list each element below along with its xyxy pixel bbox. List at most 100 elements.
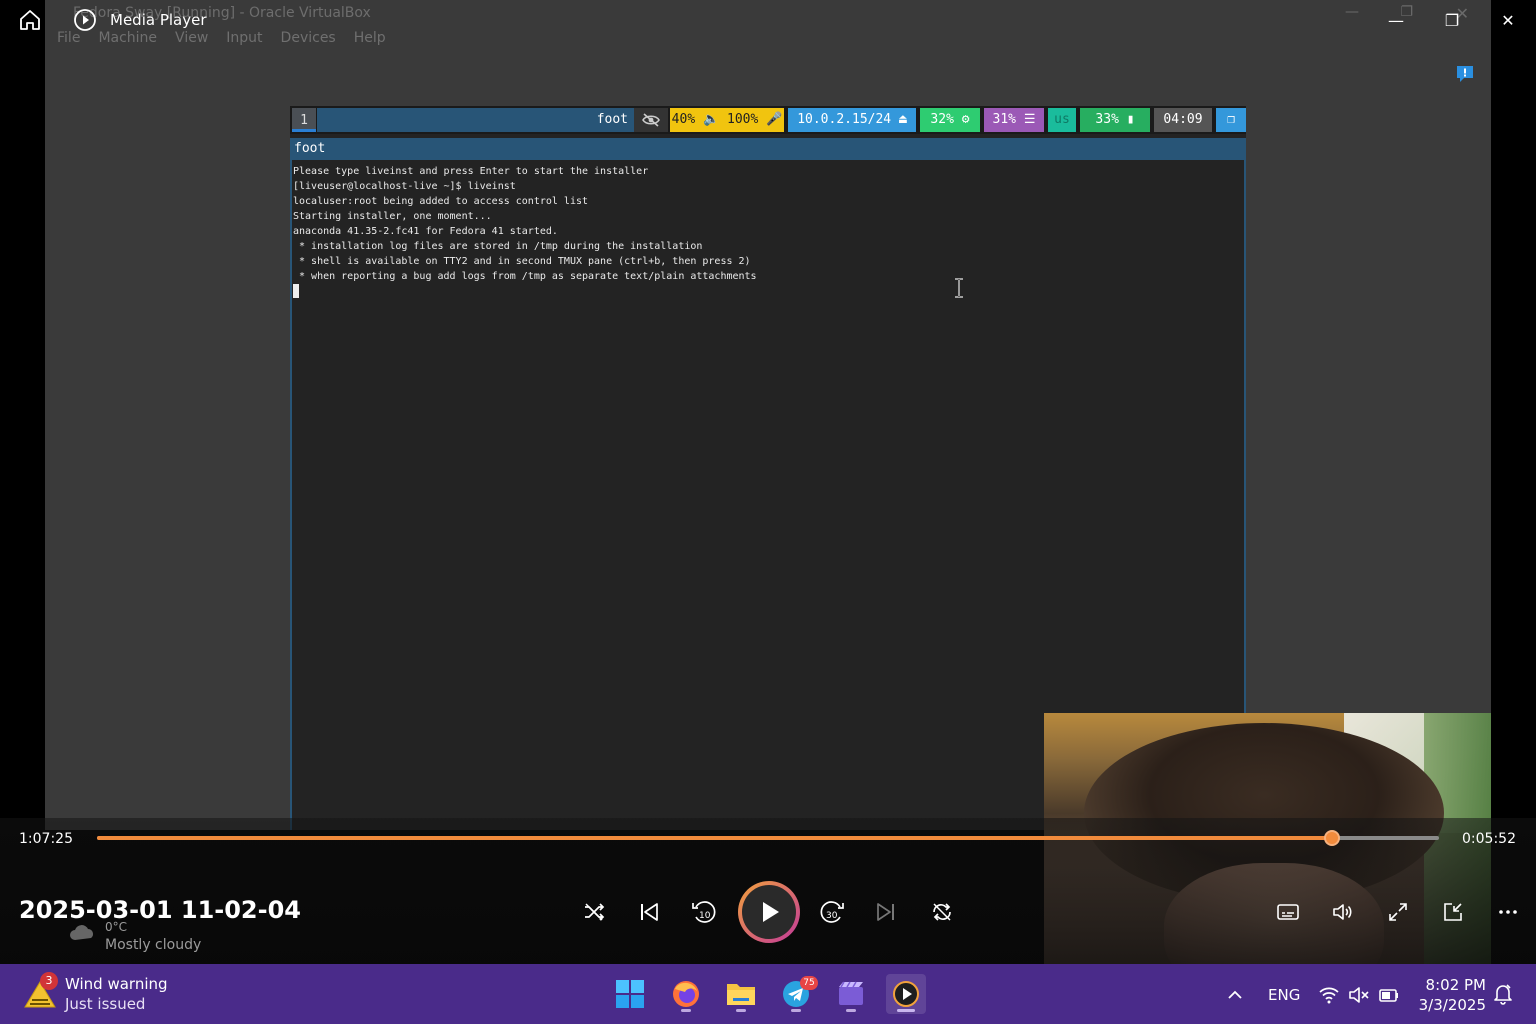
more-options-button[interactable] xyxy=(1492,896,1524,928)
cpu-status: 32% ⚙ xyxy=(920,108,980,132)
terminal-title: foot xyxy=(290,138,1246,160)
workspace-button: 1 xyxy=(292,108,316,132)
more-icon xyxy=(1499,910,1517,914)
terminal-line: Starting installer, one moment... xyxy=(293,211,492,222)
next-button[interactable] xyxy=(870,896,902,928)
language-indicator[interactable]: ENG xyxy=(1268,986,1300,1004)
audio-status: 40% 🔈 100% 🎤 xyxy=(670,108,784,132)
close-button[interactable]: ✕ xyxy=(1480,0,1536,40)
telegram-badge: 75 xyxy=(800,976,818,990)
ibeam-cursor-icon xyxy=(955,278,963,298)
notification-icon xyxy=(1457,66,1473,82)
start-button[interactable] xyxy=(610,974,650,1014)
terminal-line: [liveuser@localhost-live ~]$ liveinst xyxy=(293,181,516,192)
volume-muted-icon[interactable] xyxy=(1348,984,1370,1006)
seek-thumb[interactable] xyxy=(1323,830,1340,846)
volume-icon xyxy=(1333,904,1352,920)
media-player-logo-icon xyxy=(74,9,96,31)
taskbar-telegram[interactable]: 75 xyxy=(776,974,818,1014)
cpu-value: 32% xyxy=(930,112,954,127)
volume-button[interactable] xyxy=(1327,896,1359,928)
text-cursor xyxy=(293,284,299,298)
shuffle-button[interactable] xyxy=(578,896,610,928)
fullscreen-button[interactable] xyxy=(1382,896,1414,928)
terminal-line: * when reporting a bug add logs from /tm… xyxy=(293,271,757,282)
battery-charging-icon[interactable] xyxy=(1378,984,1400,1006)
home-icon[interactable] xyxy=(18,8,42,32)
clock-time: 8:02 PM xyxy=(1425,976,1486,994)
memory-icon: ☰ xyxy=(1023,112,1036,127)
ghost-weather-condition: Mostly cloudy xyxy=(105,937,202,953)
memory-status: 31% ☰ xyxy=(984,108,1044,132)
taskbar-clipchamp[interactable] xyxy=(831,974,871,1014)
battery-value: 33% xyxy=(1095,112,1119,127)
skip-next-icon xyxy=(877,903,894,921)
running-indicator xyxy=(736,1009,746,1012)
taskbar-media-player[interactable] xyxy=(886,974,926,1014)
media-player-titlebar: Media Player — ❐ ✕ xyxy=(0,0,1536,40)
shuffle-icon xyxy=(585,903,605,921)
rewind-10-button[interactable]: 10 xyxy=(688,896,720,928)
cpu-icon: ⚙ xyxy=(961,112,970,127)
notifications-icon[interactable] xyxy=(1492,982,1514,1006)
firefox-icon xyxy=(673,981,699,1007)
widget-title: Wind warning xyxy=(65,975,168,993)
terminal-line: anaconda 41.35-2.fc41 for Fedora 41 star… xyxy=(293,226,558,237)
clock: 04:09 xyxy=(1154,108,1212,132)
terminal-cursor xyxy=(293,284,1244,299)
window-controls: — ❐ ✕ xyxy=(1368,0,1536,40)
forward-30-button[interactable]: 30 xyxy=(816,896,848,928)
seek-bar[interactable] xyxy=(97,830,1439,846)
terminal-line: Please type liveinst and press Enter to … xyxy=(293,166,649,177)
terminal-line: * installation log files are stored in /… xyxy=(293,241,703,252)
remaining-time: 0:05:52 xyxy=(1462,831,1516,847)
svg-text:30: 30 xyxy=(826,911,838,921)
widget-badge: 3 xyxy=(40,972,58,990)
restore-button[interactable]: ❐ xyxy=(1424,0,1480,40)
mini-player-icon xyxy=(1444,903,1462,921)
battery-status: 33% ▮ xyxy=(1080,108,1150,132)
screen: Fedora Sway [Running] - Oracle VirtualBo… xyxy=(0,0,1536,1024)
mini-player-button[interactable] xyxy=(1437,896,1469,928)
ethernet-icon: ⏏ xyxy=(898,112,907,127)
virtualbox-window: Fedora Sway [Running] - Oracle VirtualBo… xyxy=(45,0,1491,830)
seek-progress xyxy=(97,836,1332,840)
show-hidden-icons-icon[interactable] xyxy=(1224,984,1246,1006)
windows-logo-icon xyxy=(616,980,644,1008)
battery-icon: ▮ xyxy=(1126,112,1135,127)
windows-taskbar: 3 Wind warning Just issued 75 ENG 8:02 P… xyxy=(0,964,1536,1024)
running-indicator xyxy=(791,1009,801,1012)
repeat-off-icon xyxy=(933,903,951,921)
tray-icon: ❐ xyxy=(1216,108,1246,132)
system-clock[interactable]: 8:02 PM 3/3/2025 xyxy=(1419,975,1486,1015)
taskbar-file-explorer[interactable] xyxy=(721,974,761,1014)
running-indicator xyxy=(897,1009,915,1012)
sway-status-bar: 1 foot 40% 🔈 100% 🎤 10.0.2.15/24 ⏏ 32% ⚙… xyxy=(290,106,1246,134)
widget-subtitle: Just issued xyxy=(65,995,146,1013)
forward-30-icon: 30 xyxy=(820,901,844,923)
running-indicator xyxy=(681,1009,691,1012)
running-indicator xyxy=(846,1009,856,1012)
play-button-inner xyxy=(742,885,796,939)
repeat-button[interactable] xyxy=(926,896,958,928)
clock-date: 3/3/2025 xyxy=(1418,996,1486,1014)
fullscreen-icon xyxy=(1389,903,1407,921)
media-player-icon xyxy=(893,981,919,1007)
player-controls: 1:07:25 0:05:52 0°C Mostly cloudy 2025-0… xyxy=(0,818,1536,964)
network-address: 10.0.2.15/24 xyxy=(797,112,892,127)
terminal-line: * shell is available on TTY2 and in seco… xyxy=(293,256,751,267)
minimize-button[interactable]: — xyxy=(1368,0,1424,40)
svg-text:10: 10 xyxy=(699,911,711,921)
play-icon xyxy=(763,902,779,922)
previous-button[interactable] xyxy=(633,896,665,928)
skip-previous-icon xyxy=(641,903,658,921)
network-status: 10.0.2.15/24 ⏏ xyxy=(788,108,916,132)
rewind-10-icon: 10 xyxy=(692,901,716,923)
app-title: Media Player xyxy=(110,11,207,29)
memory-value: 31% xyxy=(992,112,1016,127)
play-button[interactable] xyxy=(738,881,800,943)
idle-inhibitor-icon xyxy=(634,108,668,132)
taskbar-firefox[interactable] xyxy=(666,974,706,1014)
wifi-icon[interactable] xyxy=(1318,984,1340,1006)
subtitles-button[interactable] xyxy=(1272,896,1304,928)
